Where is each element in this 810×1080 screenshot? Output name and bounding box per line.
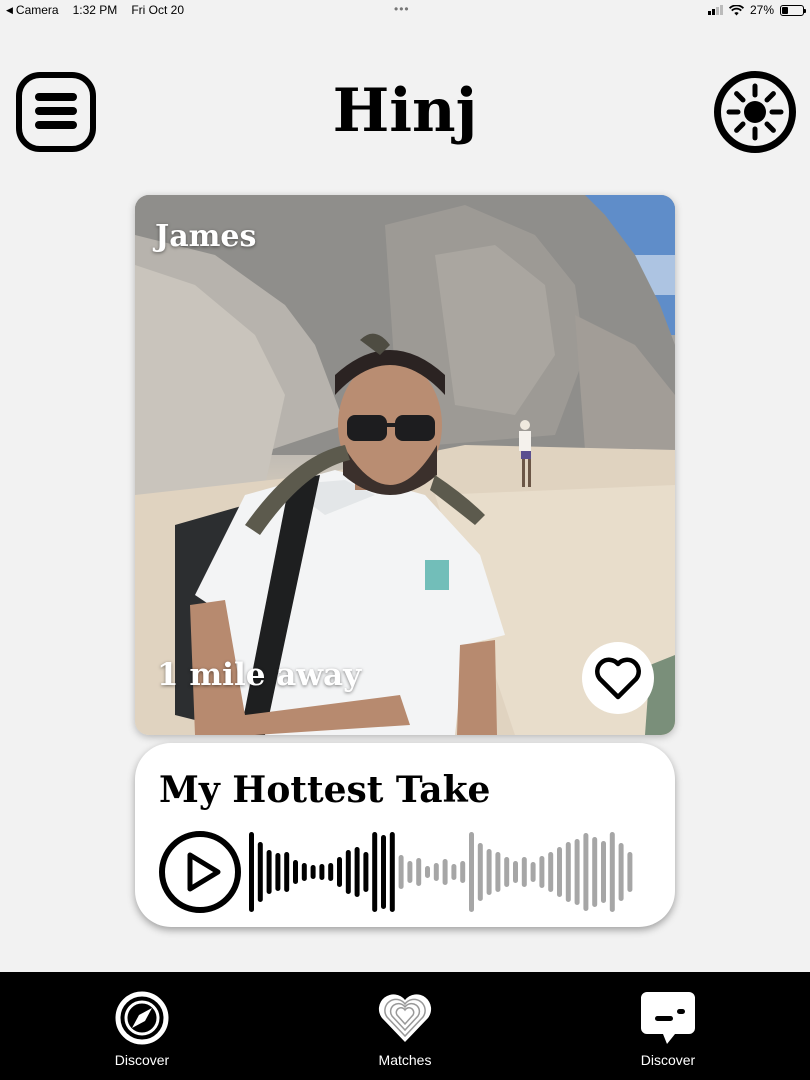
- play-icon: [187, 852, 221, 892]
- compass-icon: [115, 991, 169, 1045]
- like-button[interactable]: [582, 642, 654, 714]
- waveform-bar: [451, 864, 457, 880]
- profile-name: James: [155, 219, 257, 254]
- waveform-bar: [486, 849, 492, 895]
- waveform-bar: [363, 852, 369, 892]
- back-to-app-link[interactable]: ◀ Camera: [6, 3, 59, 17]
- waveform-bar: [416, 858, 422, 886]
- waveform-bar: [557, 847, 562, 897]
- profile-distance: 1 mile away: [157, 657, 362, 693]
- waveform-bar: [372, 832, 378, 912]
- waveform-bar: [530, 862, 536, 882]
- waveform-bar: [381, 835, 386, 909]
- tab-label: Discover: [114, 1052, 170, 1068]
- waveform-bar: [565, 842, 571, 902]
- waveform-bar: [310, 865, 316, 879]
- sun-settings-icon: [726, 83, 784, 141]
- waveform-bar: [583, 833, 589, 911]
- back-arrow-icon: ◀: [6, 4, 13, 15]
- waveform-bar: [398, 855, 404, 889]
- tab-discover[interactable]: Discover: [72, 990, 212, 1068]
- back-app-label: Camera: [15, 3, 59, 17]
- audio-prompt-card: My Hottest Take: [135, 743, 675, 927]
- tab-label: Discover: [640, 1052, 696, 1068]
- multitasking-indicator[interactable]: •••: [394, 2, 410, 16]
- waveform-bar: [548, 852, 554, 892]
- waveform-bar: [460, 861, 466, 883]
- waveform-bar: [609, 832, 615, 912]
- waveform-bar: [389, 832, 395, 912]
- battery-percent: 27%: [749, 3, 774, 17]
- play-button[interactable]: [159, 831, 241, 913]
- prompt-title: My Hottest Take: [159, 769, 491, 811]
- waveform-bar: [539, 856, 545, 888]
- waveform-bar: [319, 864, 325, 880]
- waveform-bar: [433, 863, 439, 881]
- tab-label: Matches: [378, 1052, 432, 1068]
- waveform-bar: [249, 832, 254, 912]
- waveform-bar: [477, 843, 483, 901]
- waveform-bar: [275, 853, 281, 891]
- status-date: Fri Oct 20: [131, 3, 184, 17]
- tab-chat[interactable]: Discover: [598, 990, 738, 1068]
- tab-bar: Discover Matches Discover: [0, 972, 810, 1080]
- profile-photo-card[interactable]: James 1 mile away: [135, 195, 675, 735]
- waveform-bar: [618, 843, 624, 901]
- waveform-bar: [293, 860, 298, 884]
- waveform-bar: [337, 857, 342, 887]
- status-bar: ◀ Camera 1:32 PM Fri Oct 20 ••• 27%: [0, 0, 810, 22]
- audio-waveform[interactable]: [249, 831, 639, 913]
- waveform-bar: [257, 842, 263, 902]
- waveform-bar: [354, 847, 360, 897]
- waveform-bar: [266, 850, 272, 894]
- status-time: 1:32 PM: [72, 3, 118, 17]
- waveform-bar: [592, 837, 598, 907]
- tab-matches[interactable]: Matches: [335, 990, 475, 1068]
- settings-button[interactable]: [714, 71, 796, 153]
- waveform-bar: [284, 852, 290, 892]
- stacked-hearts-icon: [378, 994, 432, 1042]
- waveform-bar: [407, 861, 413, 883]
- waveform-bar: [495, 852, 501, 892]
- waveform-bar: [469, 832, 474, 912]
- waveform-bar: [627, 852, 633, 892]
- waveform-bar: [601, 841, 606, 903]
- waveform-bar: [521, 857, 527, 887]
- wifi-icon: [728, 4, 744, 15]
- battery-icon: [780, 4, 806, 16]
- waveform-bar: [345, 850, 351, 894]
- waveform-bar: [328, 863, 334, 881]
- cellular-signal-icon: [707, 5, 723, 15]
- waveform-bar: [301, 863, 307, 881]
- waveform-bar: [504, 857, 510, 887]
- waveform-bar: [425, 866, 430, 878]
- heart-icon: [595, 657, 641, 700]
- chat-bubble-icon: [641, 992, 695, 1044]
- waveform-bar: [574, 839, 580, 905]
- waveform-bar: [513, 861, 518, 883]
- app-title: Hinj: [332, 76, 478, 146]
- waveform-bar: [442, 859, 448, 885]
